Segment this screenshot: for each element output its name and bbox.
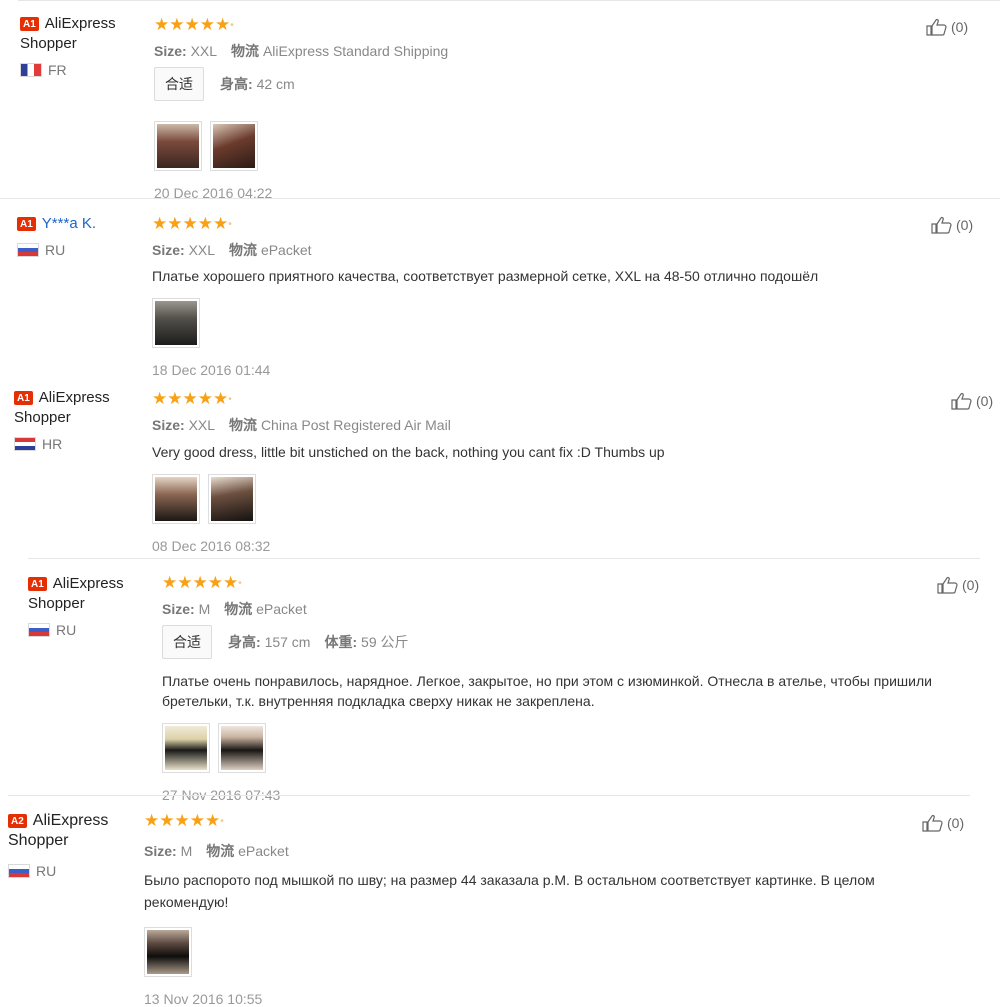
review-photo-thumbnail[interactable] [152,474,200,524]
review-content: ★★★★★• Size: XXL 物流 China Post Registered… [152,390,665,554]
review-photo-thumbnail[interactable] [162,723,210,773]
reviewer-name-line2: Shopper [8,832,69,849]
review-photo-thumbnail[interactable] [152,298,200,348]
helpful-like-button[interactable]: (0) [937,576,979,594]
flag-icon [17,243,39,257]
review-content: ★★★★★• Size: M 物流 ePacket Было распорото … [144,812,944,1007]
thumbs-up-icon [926,19,947,36]
review-photos [152,474,665,524]
flag-icon [28,623,50,637]
review-divider [0,198,1000,199]
order-info: Size: M 物流 ePacket [144,843,289,859]
thumbs-up-icon [951,393,972,410]
order-info: Size: XXL 物流 China Post Registered Air Ma… [152,417,451,433]
star-rating: ★★★★★• [144,811,224,830]
buyer-level-badge: A1 [14,391,33,405]
reviewer-name-line2: Shopper [14,409,71,426]
review-content: ★★★★★• Size: XXL 物流 AliExpress Standard S… [154,16,448,201]
review-photos [154,121,448,171]
review-divider [8,795,970,796]
star-rating: ★★★★★• [162,573,242,592]
reviewer-info: A1 AliExpress Shopper HR [14,388,110,452]
reviewer-info: A1 AliExpress Shopper FR [20,14,116,78]
buyer-level-badge: A1 [17,217,36,231]
review-text: Платье очень понравилось, нарядное. Легк… [162,673,932,709]
reviewer-country: RU [8,863,108,879]
buyer-level-badge: A1 [28,577,47,591]
reviewer-country: RU [28,622,124,638]
review-date: 18 Dec 2016 01:44 [152,362,271,378]
star-rating: ★★★★★• [152,389,232,408]
helpful-like-button[interactable]: (0) [922,814,964,832]
review-photos [162,723,942,773]
flag-icon [14,437,36,451]
helpful-like-button[interactable]: (0) [926,18,968,36]
reviewer-info: A2 AliExpress Shopper RU [8,811,108,879]
thumbs-up-icon [922,815,943,832]
reviewer-country: RU [17,242,96,258]
reviewer-info: A1 Y***a K. RU [17,214,96,258]
review-content: ★★★★★• Size: XXL 物流 ePacket Платье хороше… [152,215,818,378]
reviewer-name: A1 AliExpress [14,388,110,408]
thumbs-up-icon [931,217,952,234]
reviewer-name-line2: Shopper [20,35,77,52]
review-photos [152,298,818,348]
review-text: Платье хорошего приятного качества, соот… [152,268,819,284]
helpful-like-button[interactable]: (0) [931,216,973,234]
reviewer-name-line2: Shopper [28,595,85,612]
fit-tag: 合适 [154,67,204,101]
review-photo-thumbnail[interactable] [218,723,266,773]
order-info: Size: XXL 物流 ePacket [152,242,312,258]
buyer-level-badge: A2 [8,814,27,828]
review-text: Было распорото под мышкой по шву; на раз… [144,872,875,910]
reviewer-name: A1 AliExpress [28,574,124,594]
reviewer-name: A2 AliExpress [8,811,108,831]
order-info: Size: XXL 物流 AliExpress Standard Shipping [154,43,449,59]
reviewer-name: A1 AliExpress [20,14,116,34]
fit-tag: 合适 [162,625,212,659]
review-date: 13 Nov 2016 10:55 [144,991,263,1007]
helpful-like-button[interactable]: (0) [951,392,993,410]
reviewer-info: A1 AliExpress Shopper RU [28,574,124,638]
flag-icon [8,864,30,878]
review-content: ★★★★★• Size: M 物流 ePacket 合适 身高: 157 cm 体… [162,574,942,803]
order-info: Size: M 物流 ePacket [162,601,307,617]
star-rating: ★★★★★• [154,15,234,34]
review-divider [18,0,1000,1]
review-text: Very good dress, little bit unstiched on… [152,444,665,460]
reviewer-country: FR [20,62,116,78]
flag-icon [20,63,42,77]
reviewer-name[interactable]: A1 Y***a K. [17,214,96,234]
star-rating: ★★★★★• [152,214,232,233]
thumbs-up-icon [937,577,958,594]
review-photo-thumbnail[interactable] [210,121,258,171]
fit-info: 合适 身高: 42 cm [154,67,448,101]
review-photo-thumbnail[interactable] [144,927,192,977]
review-date: 08 Dec 2016 08:32 [152,538,271,554]
review-photo-thumbnail[interactable] [154,121,202,171]
reviewer-country: HR [14,436,110,452]
review-photos [144,927,944,977]
fit-info: 合适 身高: 157 cm 体重: 59 公斤 [162,625,942,659]
review-divider [28,558,980,559]
buyer-level-badge: A1 [20,17,39,31]
review-photo-thumbnail[interactable] [208,474,256,524]
